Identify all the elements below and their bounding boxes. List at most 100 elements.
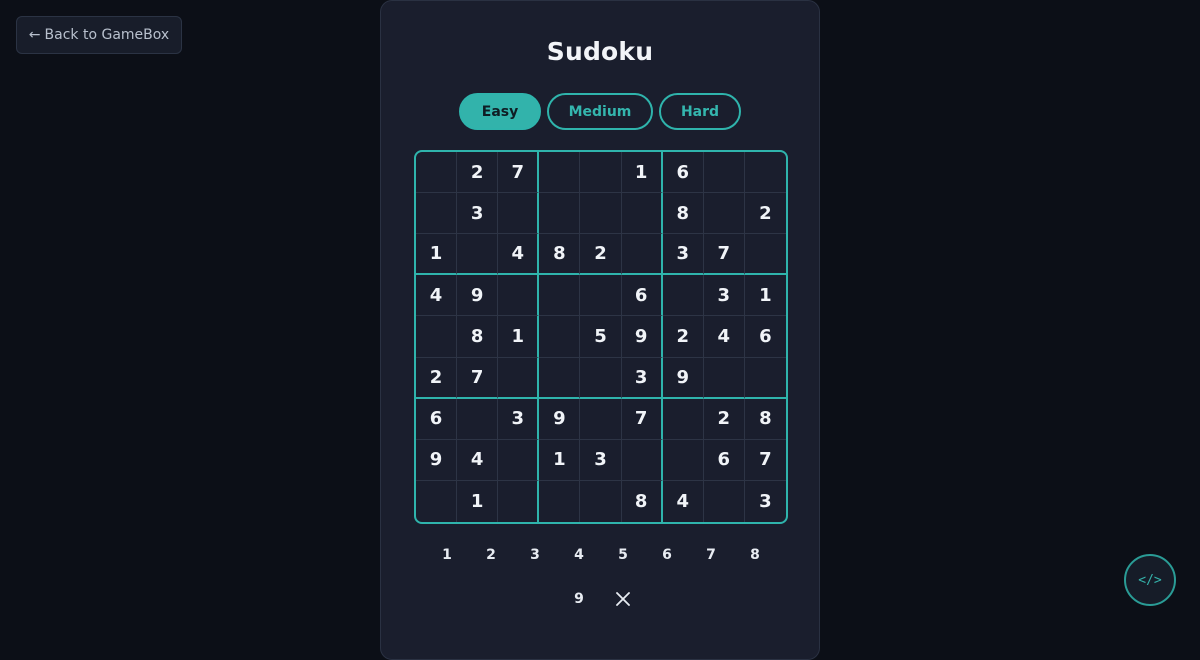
board-cell-r4-c4[interactable] <box>539 275 581 317</box>
board-cell-r3-c1[interactable]: 1 <box>416 234 458 276</box>
board-cell-r5-c5[interactable]: 5 <box>580 316 622 358</box>
board-cell-r7-c8[interactable]: 2 <box>703 398 745 440</box>
board-cell-r1-c7[interactable]: 6 <box>662 152 704 194</box>
board-cell-r6-c9[interactable] <box>744 358 786 399</box>
board-cell-r1-c6[interactable]: 1 <box>621 152 663 194</box>
board-cell-r4-c5[interactable] <box>580 275 622 317</box>
numpad-button-7[interactable]: 7 <box>689 533 733 577</box>
board-cell-r6-c1[interactable]: 2 <box>416 357 458 399</box>
difficulty-medium-button[interactable]: Medium <box>547 93 653 130</box>
board-cell-r4-c6[interactable]: 6 <box>621 275 663 317</box>
numpad-button-2[interactable]: 2 <box>469 533 513 577</box>
board-cell-r5-c6[interactable]: 9 <box>621 316 663 358</box>
board-cell-r6-c8[interactable] <box>703 357 745 399</box>
board-cell-r9-c6[interactable]: 8 <box>622 480 663 522</box>
erase-button[interactable] <box>601 577 645 621</box>
board-cell-r9-c4[interactable] <box>539 480 581 522</box>
difficulty-hard-button[interactable]: Hard <box>659 93 741 130</box>
board-cell-r4-c7[interactable] <box>662 275 704 317</box>
board-cell-r1-c1[interactable] <box>416 152 458 194</box>
board-cell-r8-c2[interactable]: 4 <box>457 439 499 481</box>
board-cell-r7-c3[interactable]: 3 <box>498 398 540 440</box>
board-cell-r1-c9[interactable] <box>744 152 786 194</box>
board-cell-r7-c6[interactable]: 7 <box>621 398 663 440</box>
view-source-button[interactable]: </> <box>1124 554 1176 606</box>
board-cell-r4-c1[interactable]: 4 <box>416 275 458 317</box>
board-cell-r7-c7[interactable] <box>662 398 704 440</box>
board-cell-r2-c1[interactable] <box>416 193 458 235</box>
board-cell-r5-c2[interactable]: 8 <box>457 316 499 358</box>
board-cell-r4-c3[interactable] <box>498 275 540 317</box>
board-cell-r7-c4[interactable]: 9 <box>539 398 581 440</box>
board-cell-r2-c2[interactable]: 3 <box>457 193 499 235</box>
board-cell-r2-c3[interactable] <box>498 193 540 235</box>
board-cell-r9-c9[interactable]: 3 <box>745 481 786 522</box>
board-cell-r5-c8[interactable]: 4 <box>703 316 745 358</box>
board-cell-r2-c7[interactable]: 8 <box>662 193 704 235</box>
board-cell-r1-c4[interactable] <box>539 152 581 194</box>
board-cell-r6-c6[interactable]: 3 <box>621 357 663 399</box>
difficulty-easy-button[interactable]: Easy <box>459 93 541 130</box>
board-cell-r3-c7[interactable]: 3 <box>662 234 704 276</box>
board-cell-r7-c9[interactable]: 8 <box>744 399 786 440</box>
board-cell-r1-c2[interactable]: 2 <box>457 152 499 194</box>
numpad-button-1[interactable]: 1 <box>425 533 469 577</box>
board-cell-r6-c2[interactable]: 7 <box>457 357 499 399</box>
board-cell-r4-c2[interactable]: 9 <box>457 275 499 317</box>
numpad-button-9[interactable]: 9 <box>557 577 601 621</box>
board-cell-r2-c8[interactable] <box>703 193 745 235</box>
board-cell-r3-c8[interactable]: 7 <box>703 234 745 276</box>
board-cell-r3-c9[interactable] <box>744 234 786 276</box>
board-cell-r8-c7[interactable] <box>662 439 704 481</box>
board-cell-r6-c4[interactable] <box>539 357 581 399</box>
board-cell-r6-c5[interactable] <box>580 357 622 399</box>
board-cell-r3-c5[interactable]: 2 <box>580 234 622 276</box>
board-cell-r5-c9[interactable]: 6 <box>744 316 786 358</box>
numpad-button-3[interactable]: 3 <box>513 533 557 577</box>
board-cell-r2-c6[interactable] <box>621 193 663 235</box>
board-cell-r8-c1[interactable]: 9 <box>416 439 458 481</box>
code-icon: </> <box>1138 572 1162 588</box>
board-cell-r1-c3[interactable]: 7 <box>498 152 540 194</box>
numpad-button-8[interactable]: 8 <box>733 533 777 577</box>
board-cell-r7-c1[interactable]: 6 <box>416 398 458 440</box>
numpad-button-6[interactable]: 6 <box>645 533 689 577</box>
board-cell-r9-c3[interactable] <box>498 480 540 522</box>
board-cell-r6-c7[interactable]: 9 <box>662 357 704 399</box>
board-cell-r8-c3[interactable] <box>498 439 540 481</box>
board-cell-r9-c7[interactable]: 4 <box>663 480 704 522</box>
board-cell-r2-c4[interactable] <box>539 193 581 235</box>
board-cell-r9-c1[interactable] <box>416 480 458 522</box>
board-cell-r2-c5[interactable] <box>580 193 622 235</box>
board-cell-r5-c1[interactable] <box>416 316 458 358</box>
board-cell-r5-c3[interactable]: 1 <box>498 316 540 358</box>
board-cell-r5-c4[interactable] <box>539 316 581 358</box>
board-cell-r9-c8[interactable] <box>704 480 745 522</box>
board-cell-r9-c5[interactable] <box>580 480 622 522</box>
board-cell-r2-c9[interactable]: 2 <box>744 193 786 235</box>
board-cell-r5-c7[interactable]: 2 <box>662 316 704 358</box>
back-button-label: Back to GameBox <box>44 27 170 43</box>
board-cell-r8-c8[interactable]: 6 <box>703 439 745 481</box>
board-cell-r1-c8[interactable] <box>703 152 745 194</box>
board-cell-r8-c5[interactable]: 3 <box>580 439 622 481</box>
board-cell-r3-c4[interactable]: 8 <box>539 234 581 276</box>
board-cell-r3-c6[interactable] <box>621 234 663 276</box>
board-cell-r7-c5[interactable] <box>580 398 622 440</box>
board-cell-r1-c5[interactable] <box>580 152 622 194</box>
number-pad: 12345678 9 <box>425 533 777 621</box>
board-cell-r8-c4[interactable]: 1 <box>539 439 581 481</box>
board-cell-r8-c9[interactable]: 7 <box>744 440 786 481</box>
board-cell-r7-c2[interactable] <box>457 398 499 440</box>
back-to-gamebox-button[interactable]: ← Back to GameBox <box>16 16 182 54</box>
board-cell-r9-c2[interactable]: 1 <box>457 480 499 522</box>
numpad-button-5[interactable]: 5 <box>601 533 645 577</box>
board-cell-r3-c3[interactable]: 4 <box>498 234 540 276</box>
board-cell-r4-c8[interactable]: 3 <box>703 275 745 317</box>
numpad-button-4[interactable]: 4 <box>557 533 601 577</box>
board-cell-r4-c9[interactable]: 1 <box>744 275 786 317</box>
board-cell-r6-c3[interactable] <box>498 357 540 399</box>
arrow-left-icon: ← <box>28 27 41 43</box>
board-cell-r8-c6[interactable] <box>621 439 663 481</box>
board-cell-r3-c2[interactable] <box>457 234 499 276</box>
